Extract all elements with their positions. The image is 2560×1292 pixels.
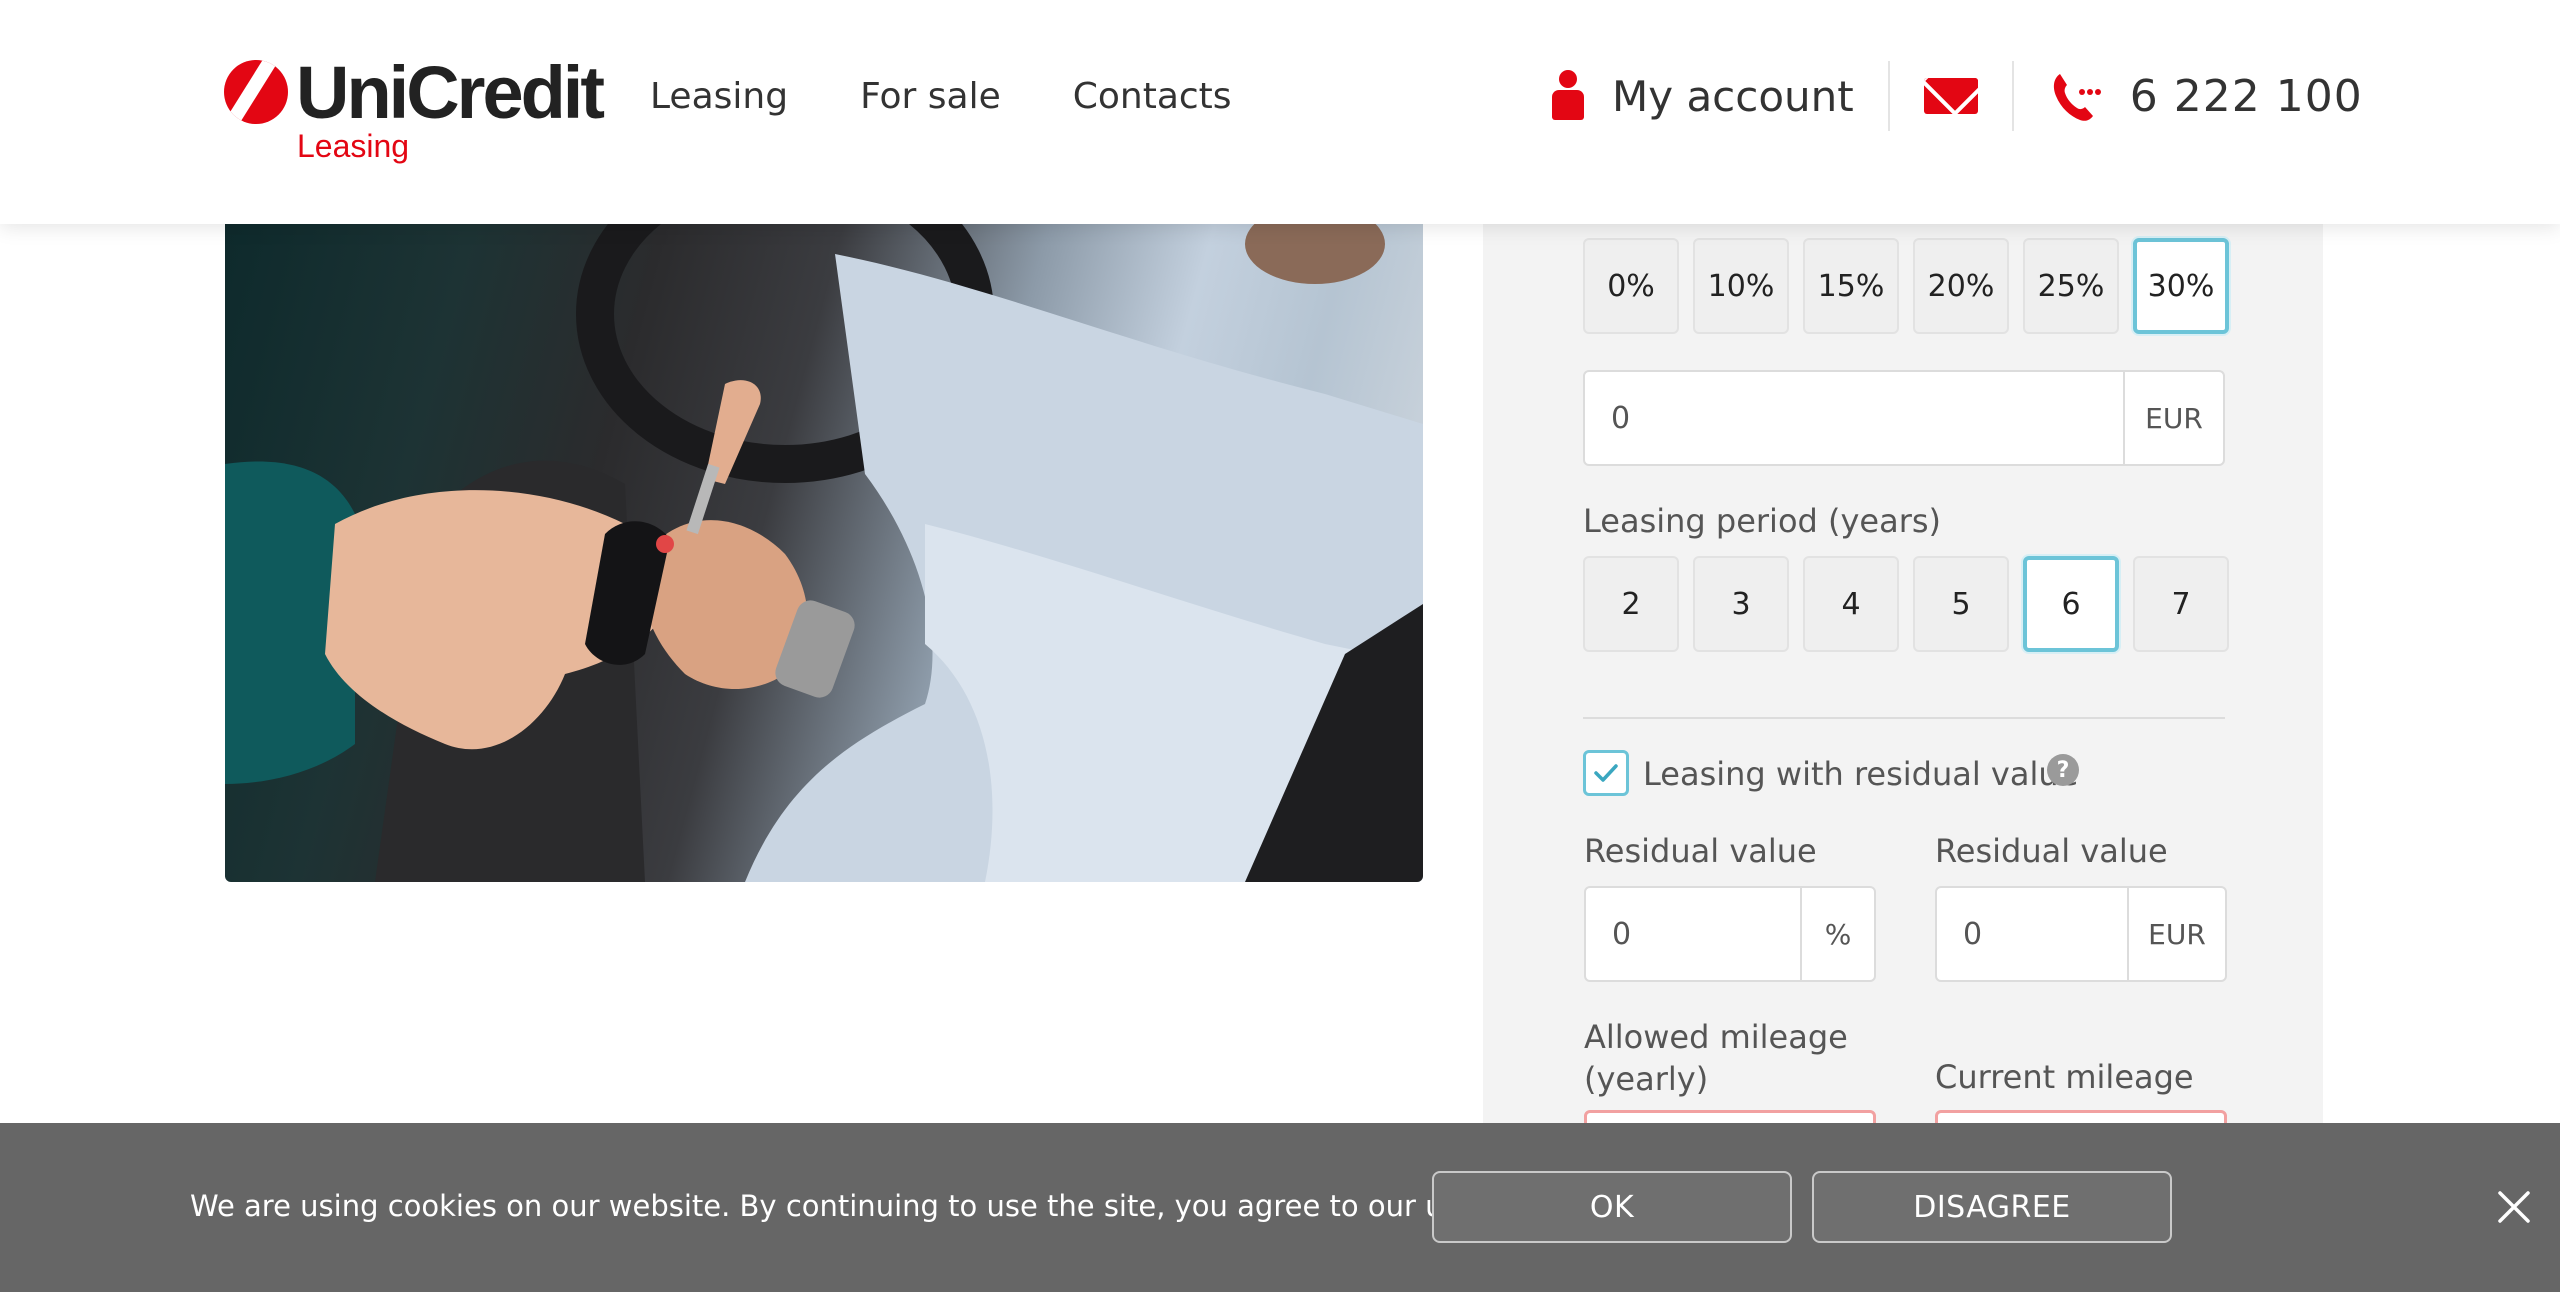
down-payment-25[interactable]: 25% [2023, 238, 2119, 334]
nav-contacts[interactable]: Contacts [1073, 72, 1232, 121]
residual-value-pct-input[interactable] [1586, 888, 1800, 980]
cookie-message: We are using cookies on our website. By … [190, 1189, 1642, 1223]
period-7[interactable]: 7 [2133, 556, 2229, 652]
residual-value-eur-label: Residual value [1935, 832, 2168, 870]
help-icon[interactable]: ? [2047, 754, 2079, 786]
section-divider [1583, 717, 2225, 719]
nav-leasing[interactable]: Leasing [650, 72, 788, 121]
down-payment-15[interactable]: 15% [1803, 238, 1899, 334]
period-3[interactable]: 3 [1693, 556, 1789, 652]
cookie-disagree-button[interactable]: DISAGREE [1812, 1171, 2172, 1243]
user-icon [1550, 70, 1586, 122]
mail-icon[interactable] [1923, 78, 1978, 114]
leasing-period-label: Leasing period (years) [1583, 502, 1942, 540]
residual-value-eur-input[interactable] [1937, 888, 2127, 980]
residual-value-checkbox-label[interactable]: Leasing with residual value [1643, 755, 2078, 793]
checkmark-icon [1594, 764, 1618, 782]
leasing-period-options: 2 3 4 5 6 7 [1583, 556, 2243, 652]
main-nav: Leasing For sale Contacts [650, 72, 1304, 121]
down-payment-options: 0% 10% 15% 20% 25% 30% [1583, 238, 2243, 334]
header-divider [1887, 61, 1890, 131]
nav-for-sale[interactable]: For sale [860, 72, 1001, 121]
currency-unit: EUR [2123, 372, 2223, 464]
currency-unit: EUR [2127, 888, 2225, 980]
down-payment-20[interactable]: 20% [1913, 238, 2009, 334]
close-icon[interactable] [2494, 1187, 2534, 1227]
current-mileage-label: Current mileage [1935, 1058, 2194, 1096]
logo-wordmark: UniCredit [296, 51, 605, 134]
period-2[interactable]: 2 [1583, 556, 1679, 652]
header-actions: My account 6 222 100 [1550, 60, 2363, 132]
my-account-label: My account [1612, 71, 1854, 121]
my-account-link[interactable]: My account [1550, 70, 1854, 122]
residual-value-eur-field: EUR [1935, 886, 2227, 982]
unicredit-logo-icon [224, 60, 288, 124]
period-6[interactable]: 6 [2023, 556, 2119, 652]
cookie-banner: We are using cookies on our website. By … [0, 1123, 2560, 1292]
period-5[interactable]: 5 [1913, 556, 2009, 652]
residual-value-pct-field: % [1584, 886, 1876, 982]
phone-link[interactable]: 6 222 100 [2048, 68, 2363, 124]
down-payment-amount-field: EUR [1583, 370, 2225, 466]
car-key-handover-image [225, 224, 1423, 882]
period-4[interactable]: 4 [1803, 556, 1899, 652]
hero-illustration [225, 224, 1423, 882]
residual-value-checkbox[interactable] [1583, 750, 1629, 796]
leasing-calculator: 0% 10% 15% 20% 25% 30% EUR Leasing perio… [1483, 224, 2323, 1170]
header-divider [2011, 61, 2014, 131]
residual-value-pct-label: Residual value [1584, 832, 1817, 870]
down-payment-0[interactable]: 0% [1583, 238, 1679, 334]
down-payment-amount-input[interactable] [1585, 372, 2123, 464]
down-payment-10[interactable]: 10% [1693, 238, 1789, 334]
unicredit-leasing-logo[interactable]: UniCredit Leasing [222, 51, 605, 168]
site-header: UniCredit Leasing Leasing For sale Conta… [0, 0, 2560, 224]
allowed-mileage-label: Allowed mileage (yearly) [1584, 1018, 1848, 1098]
phone-number: 6 222 100 [2129, 70, 2363, 122]
down-payment-30[interactable]: 30% [2133, 238, 2229, 334]
cookie-ok-button[interactable]: OK [1432, 1171, 1792, 1243]
logo-subtitle: Leasing [297, 128, 410, 164]
percent-unit: % [1800, 888, 1874, 980]
phone-icon [2053, 74, 2101, 121]
